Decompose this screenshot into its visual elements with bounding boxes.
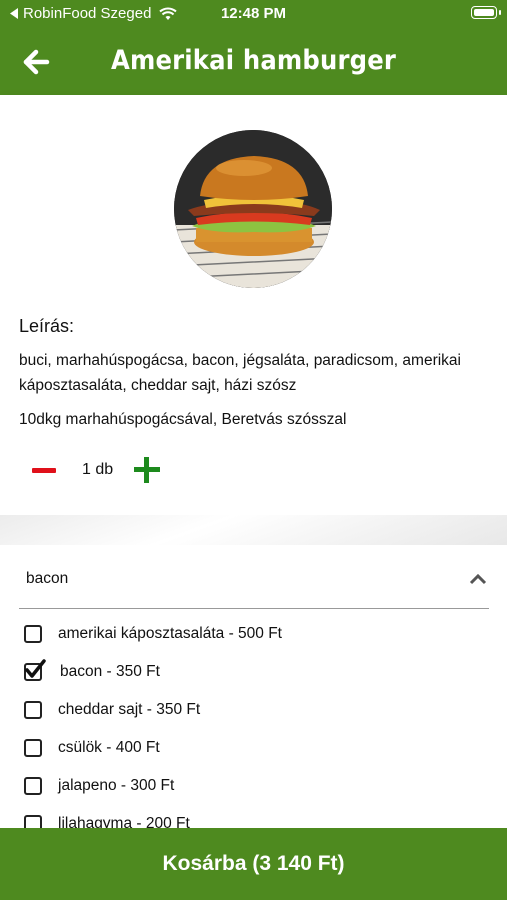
checkbox[interactable] — [24, 739, 42, 757]
option-label: bacon - 350 Ft — [60, 663, 160, 680]
description-label: Leírás: — [19, 316, 75, 336]
option-group-name: bacon — [26, 570, 69, 587]
add-to-cart-button[interactable]: Kosárba (3 140 Ft) — [0, 828, 507, 900]
checkbox[interactable] — [24, 815, 42, 828]
option-label: cheddar sajt - 350 Ft — [58, 701, 201, 718]
clock: 12:48 PM — [220, 5, 287, 22]
checkmark-icon — [25, 659, 46, 678]
option-item[interactable]: lilahagyma - 200 Ft — [24, 811, 464, 828]
status-bar: RobinFood Szeged 12:48 PM — [0, 0, 507, 28]
checkbox[interactable] — [24, 701, 42, 719]
option-item[interactable]: csülök - 400 Ft — [24, 735, 464, 761]
quantity-value: 1 db — [82, 461, 114, 478]
checkbox[interactable] — [24, 625, 42, 643]
option-item[interactable]: cheddar sajt - 350 Ft — [24, 697, 464, 723]
description-extra: 10dkg marhahúspogácsával, Beretvás szóss… — [19, 411, 347, 428]
options-panel: bacon amerikai káposztasaláta - 500 Ft b… — [0, 545, 507, 828]
option-label: jalapeno - 300 Ft — [58, 777, 175, 794]
option-group-header[interactable]: bacon — [19, 545, 489, 609]
chevron-up-icon — [469, 573, 487, 585]
product-card: Leírás: buci, marhahúspogácsa, bacon, jé… — [0, 95, 507, 515]
add-to-cart-label: Kosárba (3 140 Ft) — [162, 852, 345, 875]
option-label: amerikai káposztasaláta - 500 Ft — [58, 625, 282, 642]
option-item[interactable]: bacon - 350 Ft — [24, 659, 464, 685]
quantity-stepper: 1 db — [30, 455, 190, 485]
nav-bar: Amerikai hamburger — [0, 28, 507, 95]
battery-icon — [471, 6, 497, 19]
description-text: buci, marhahúspogácsa, bacon, jégsaláta,… — [19, 352, 461, 394]
section-divider — [0, 515, 507, 545]
option-label: lilahagyma - 200 Ft — [58, 815, 190, 828]
option-label: csülök - 400 Ft — [58, 739, 160, 756]
option-item[interactable]: jalapeno - 300 Ft — [24, 773, 464, 799]
product-image — [174, 130, 332, 288]
increase-quantity-button[interactable] — [134, 457, 160, 483]
page-title: Amerikai hamburger — [110, 45, 397, 76]
option-item[interactable]: amerikai káposztasaláta - 500 Ft — [24, 621, 464, 647]
decrease-quantity-button[interactable] — [30, 461, 58, 481]
checkbox[interactable] — [24, 777, 42, 795]
battery-tip — [499, 10, 501, 15]
